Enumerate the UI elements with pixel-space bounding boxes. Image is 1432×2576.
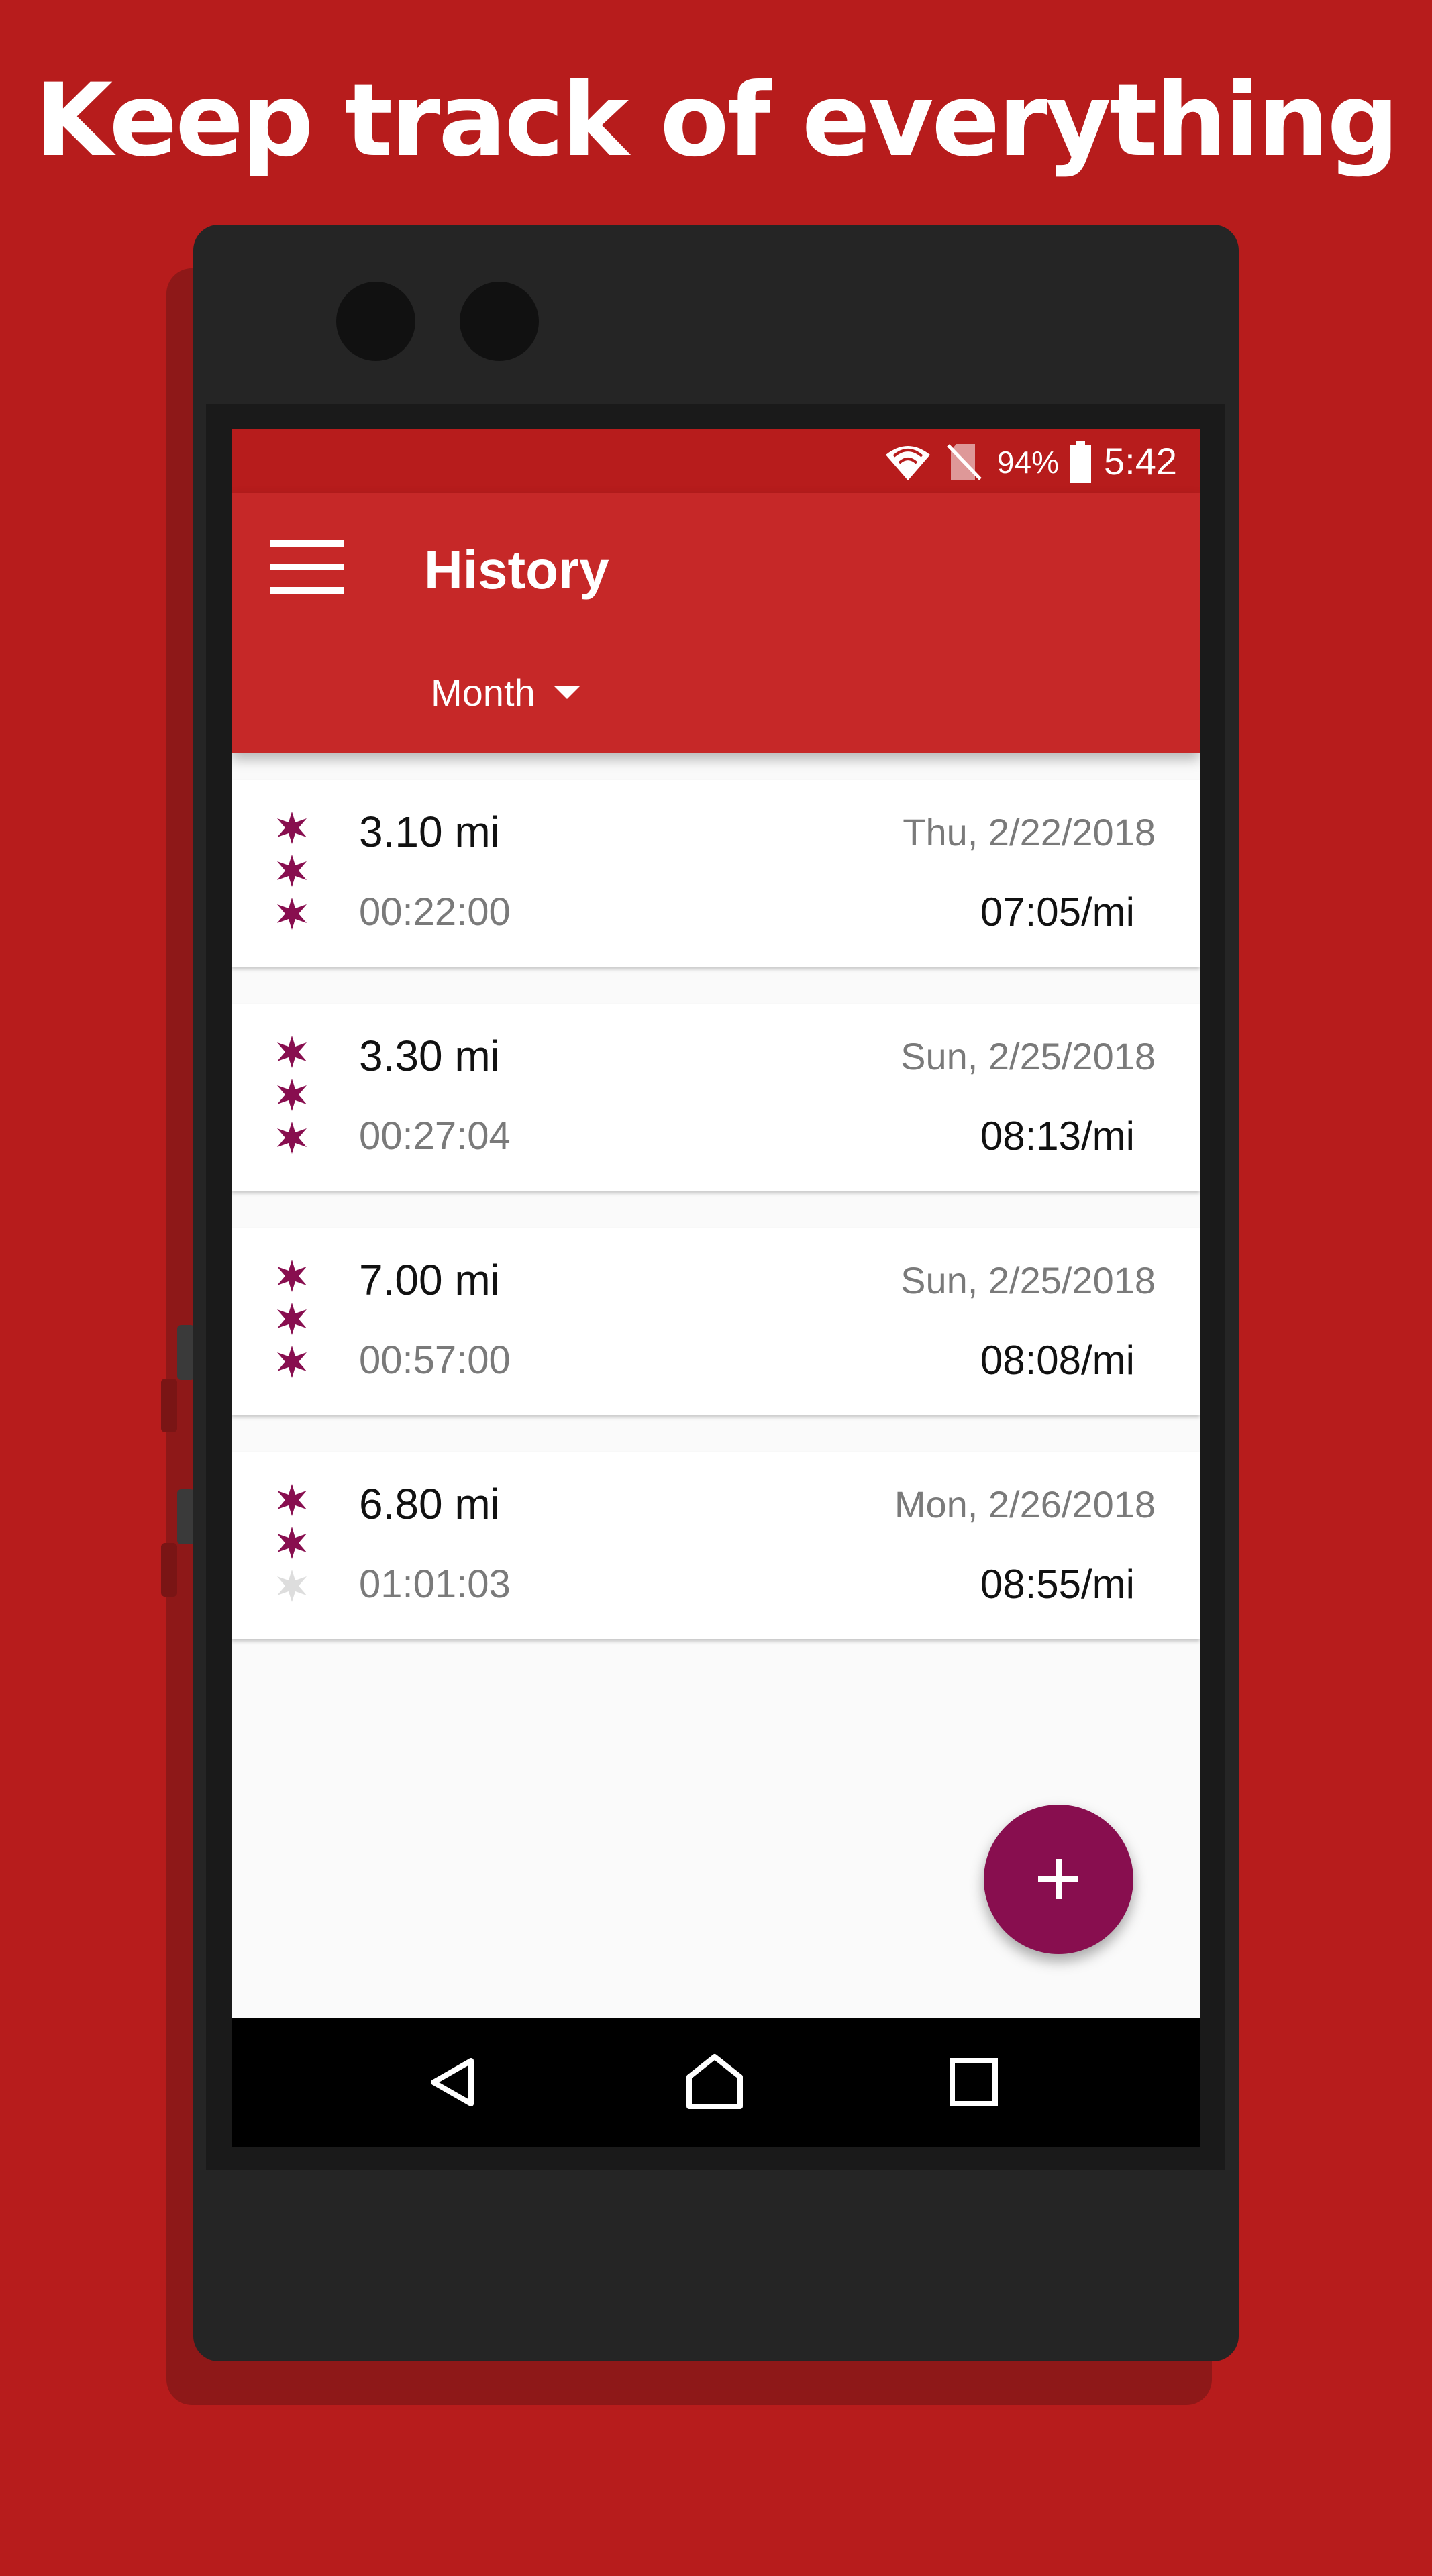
add-run-button[interactable] xyxy=(984,1805,1133,1954)
run-duration: 01:01:03 xyxy=(359,1562,511,1606)
no-sim-icon xyxy=(947,444,982,480)
rating-stars xyxy=(273,1257,313,1386)
run-pace: 07:05/mi xyxy=(980,890,1135,934)
run-distance: 3.10 mi xyxy=(359,808,500,856)
phone-camera xyxy=(460,282,539,361)
star-filled-icon xyxy=(277,1079,307,1111)
star-filled-icon xyxy=(277,1527,307,1559)
star-filled-icon xyxy=(277,1260,307,1292)
dropdown-caret-icon xyxy=(554,686,580,699)
run-pace: 08:08/mi xyxy=(980,1338,1135,1383)
status-time: 5:42 xyxy=(1104,440,1177,482)
phone-side-button xyxy=(177,1489,195,1544)
period-filter-label: Month xyxy=(431,671,535,714)
star-empty-icon xyxy=(277,1570,307,1602)
run-date: Thu, 2/22/2018 xyxy=(903,811,1156,853)
phone-side-button xyxy=(161,1543,177,1597)
star-filled-icon xyxy=(277,812,307,844)
navigation-bar xyxy=(232,2018,1200,2147)
star-filled-icon xyxy=(277,1036,307,1068)
run-date: Mon, 2/26/2018 xyxy=(894,1483,1156,1525)
promo-headline: Keep track of everything xyxy=(34,62,1399,179)
home-icon[interactable] xyxy=(682,2050,747,2114)
phone-camera xyxy=(336,282,415,361)
battery-percent: 94% xyxy=(996,445,1059,480)
period-filter-dropdown[interactable]: Month xyxy=(431,669,580,716)
run-duration: 00:57:00 xyxy=(359,1338,511,1382)
run-date: Sun, 2/25/2018 xyxy=(901,1259,1156,1301)
battery-icon xyxy=(1070,441,1091,483)
phone-side-button xyxy=(177,1325,195,1380)
run-pace: 08:55/mi xyxy=(980,1562,1135,1607)
star-filled-icon xyxy=(277,898,307,930)
run-distance: 7.00 mi xyxy=(359,1256,500,1304)
run-card[interactable]: 6.80 mi 01:01:03 Mon, 2/26/2018 08:55/mi xyxy=(232,1452,1200,1639)
star-filled-icon xyxy=(277,855,307,887)
star-filled-icon xyxy=(277,1346,307,1378)
run-distance: 6.80 mi xyxy=(359,1480,500,1528)
run-card[interactable]: 3.30 mi 00:27:04 Sun, 2/25/2018 08:13/mi xyxy=(232,1004,1200,1191)
run-distance: 3.30 mi xyxy=(359,1032,500,1080)
run-date: Sun, 2/25/2018 xyxy=(901,1035,1156,1077)
run-duration: 00:27:04 xyxy=(359,1114,511,1158)
star-filled-icon xyxy=(277,1303,307,1335)
rating-stars xyxy=(273,1033,313,1162)
run-card[interactable]: 3.10 mi 00:22:00 Thu, 2/22/2018 07:05/mi xyxy=(232,780,1200,967)
app-bar: History Month xyxy=(232,493,1200,753)
app-screen: 94% 5:42 History Month 3.10 mi 00:22:00 Th… xyxy=(232,429,1200,2147)
recents-icon[interactable] xyxy=(941,2050,1006,2114)
run-duration: 00:22:00 xyxy=(359,890,511,934)
status-bar: 94% 5:42 xyxy=(232,429,1200,493)
rating-stars xyxy=(273,1481,313,1610)
wifi-icon xyxy=(886,446,930,480)
rating-stars xyxy=(273,809,313,938)
run-card[interactable]: 7.00 mi 00:57:00 Sun, 2/25/2018 08:08/mi xyxy=(232,1228,1200,1415)
menu-icon[interactable] xyxy=(270,540,344,594)
star-filled-icon xyxy=(277,1122,307,1154)
phone-side-button xyxy=(161,1379,177,1432)
page-title: History xyxy=(424,540,609,600)
add-icon xyxy=(1056,1859,1062,1899)
star-filled-icon xyxy=(277,1484,307,1516)
back-icon[interactable] xyxy=(421,2050,486,2114)
run-pace: 08:13/mi xyxy=(980,1114,1135,1159)
